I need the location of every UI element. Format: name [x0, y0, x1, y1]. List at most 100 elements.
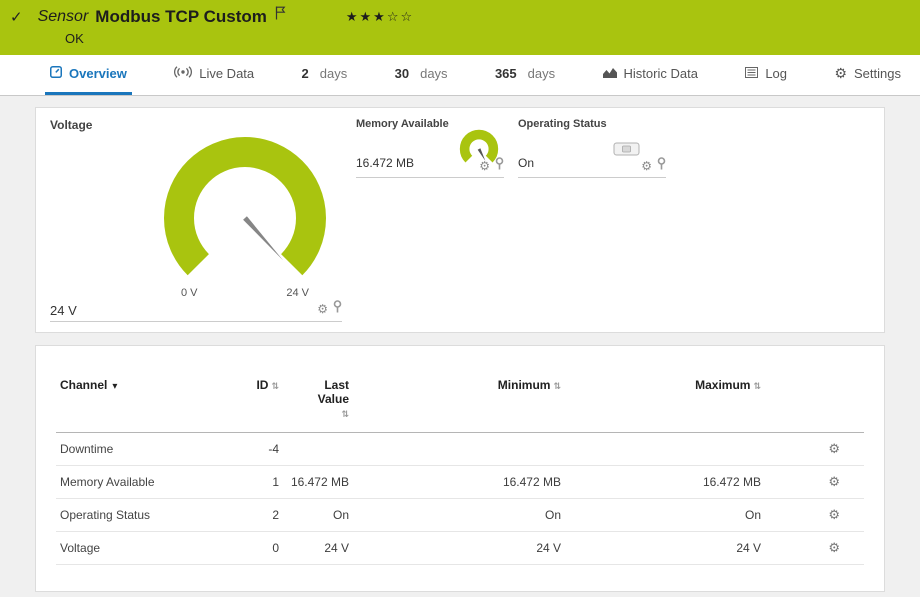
operating-status-switch-icon [613, 142, 640, 161]
tab-bar: Overview Live Data 2days 30days 365days … [0, 55, 920, 96]
channel-settings-icon[interactable]: ⚙ [828, 541, 840, 556]
voltage-gauge [155, 134, 335, 285]
tab-overview[interactable]: Overview [45, 55, 132, 95]
column-header-last-value[interactable]: Last Value ⇅ [283, 374, 353, 433]
operating-pin-icon[interactable] [657, 157, 666, 175]
channel-last-value: On [283, 499, 353, 532]
caret-down-icon: ▾ [112, 381, 117, 392]
channel-minimum [353, 433, 565, 466]
sort-last-value-icon[interactable]: ⇅ [341, 410, 349, 420]
tab-30-days[interactable]: 30 days [390, 55, 453, 95]
tab-2-days-unit: days [320, 66, 347, 81]
tab-settings-label: Settings [854, 66, 901, 81]
column-header-id[interactable]: ID⇅ [221, 374, 283, 433]
live-data-icon [174, 66, 192, 81]
channel-settings-icon[interactable]: ⚙ [828, 442, 840, 457]
voltage-gauge-title: Voltage [50, 118, 342, 132]
column-header-minimum[interactable]: Minimum⇅ [353, 374, 565, 433]
status-check-icon: ✓ [10, 8, 23, 26]
operating-settings-gear-icon[interactable]: ⚙ [641, 160, 652, 172]
gauge-needle [243, 216, 283, 260]
sort-id-icon[interactable]: ⇅ [271, 382, 279, 392]
channels-table-panel: Channel▾ ID⇅ Last Value⇅ Minimum⇅ Maximu… [35, 345, 885, 592]
channel-minimum: On [353, 499, 565, 532]
table-row[interactable]: Voltage 0 24 V 24 V 24 V ⚙ [56, 532, 864, 565]
column-header-maximum-label[interactable]: Maximum [695, 378, 750, 392]
sensor-title-row: ✓ Sensor Modbus TCP Custom ★★★☆☆ [10, 7, 910, 27]
channel-last-value: 24 V [283, 532, 353, 565]
channel-settings-icon[interactable]: ⚙ [828, 475, 840, 490]
voltage-gauge-scale: 0 V 24 V [155, 287, 335, 299]
gauges-panel: Voltage 0 V 24 V 24 V ⚙ [35, 107, 885, 333]
tab-live-data[interactable]: Live Data [169, 55, 259, 95]
column-header-channel-label[interactable]: Channel [60, 378, 107, 392]
channel-maximum: 16.472 MB [565, 466, 765, 499]
stars-filled[interactable]: ★★★ [346, 10, 387, 25]
operating-status-value: On [518, 156, 534, 170]
tab-30-days-unit: days [420, 66, 447, 81]
sort-maximum-icon[interactable]: ⇅ [753, 382, 761, 392]
voltage-settings-gear-icon[interactable]: ⚙ [317, 303, 328, 315]
tab-log[interactable]: Log [740, 55, 792, 95]
stars-empty[interactable]: ☆☆ [387, 10, 414, 25]
gauge-scale-min: 0 V [181, 287, 198, 299]
gauge-scale-max: 24 V [286, 287, 309, 299]
tab-365-days[interactable]: 365 days [490, 55, 560, 95]
object-kind-label: Sensor [38, 8, 89, 26]
sort-minimum-icon[interactable]: ⇅ [553, 382, 561, 392]
operating-status-title: Operating Status [518, 118, 666, 130]
tab-2-days-number: 2 [302, 66, 309, 81]
memory-settings-gear-icon[interactable]: ⚙ [479, 160, 490, 172]
tab-overview-label: Overview [69, 66, 127, 81]
historic-data-icon [603, 66, 617, 81]
column-header-minimum-label[interactable]: Minimum [498, 378, 551, 392]
tab-365-days-number: 365 [495, 66, 517, 81]
table-header-row: Channel▾ ID⇅ Last Value⇅ Minimum⇅ Maximu… [56, 374, 864, 433]
priority-flag-icon[interactable] [275, 6, 286, 25]
channel-name: Memory Available [56, 466, 221, 499]
channel-id: -4 [221, 433, 283, 466]
tab-historic-data[interactable]: Historic Data [598, 55, 703, 95]
page-title: Modbus TCP Custom [95, 7, 267, 27]
overview-content: Voltage 0 V 24 V 24 V ⚙ [0, 96, 920, 597]
channel-id: 1 [221, 466, 283, 499]
voltage-pin-icon[interactable] [333, 300, 342, 318]
tab-365-days-unit: days [528, 66, 555, 81]
column-header-last-value-label[interactable]: Last Value [293, 378, 349, 406]
priority-stars[interactable]: ★★★☆☆ [346, 10, 414, 25]
channel-id: 2 [221, 499, 283, 532]
overview-icon [50, 66, 62, 81]
settings-gear-icon: ⚙ [834, 66, 847, 82]
sensor-status: OK [65, 31, 910, 46]
memory-pin-icon[interactable] [495, 157, 504, 175]
tab-settings[interactable]: ⚙ Settings [829, 55, 906, 95]
column-header-channel[interactable]: Channel ▾ [56, 374, 221, 433]
tab-log-label: Log [765, 66, 787, 81]
memory-available-value: 16.472 MB [356, 156, 414, 170]
tab-historic-data-label: Historic Data [624, 66, 698, 81]
channel-maximum: 24 V [565, 532, 765, 565]
tab-2-days[interactable]: 2 days [297, 55, 353, 95]
tab-30-days-number: 30 [395, 66, 409, 81]
channel-last-value: 16.472 MB [283, 466, 353, 499]
table-row[interactable]: Downtime -4 ⚙ [56, 433, 864, 466]
tab-live-data-label: Live Data [199, 66, 254, 81]
column-header-id-label[interactable]: ID [256, 378, 268, 392]
voltage-gauge-widget: Voltage 0 V 24 V 24 V ⚙ [50, 118, 342, 322]
channel-id: 0 [221, 532, 283, 565]
channel-minimum: 24 V [353, 532, 565, 565]
channel-maximum [565, 433, 765, 466]
sensor-header: ✓ Sensor Modbus TCP Custom ★★★☆☆ OK [0, 0, 920, 55]
table-row[interactable]: Memory Available 1 16.472 MB 16.472 MB 1… [56, 466, 864, 499]
voltage-value: 24 V [50, 303, 77, 318]
channel-last-value [283, 433, 353, 466]
channels-table: Channel▾ ID⇅ Last Value⇅ Minimum⇅ Maximu… [56, 374, 864, 565]
table-row[interactable]: Operating Status 2 On On On ⚙ [56, 499, 864, 532]
channel-maximum: On [565, 499, 765, 532]
channel-minimum: 16.472 MB [353, 466, 565, 499]
memory-available-widget: Memory Available 16.472 MB ⚙ [356, 118, 504, 178]
log-icon [745, 66, 758, 81]
column-header-actions [765, 374, 864, 433]
column-header-maximum[interactable]: Maximum⇅ [565, 374, 765, 433]
channel-settings-icon[interactable]: ⚙ [828, 508, 840, 523]
